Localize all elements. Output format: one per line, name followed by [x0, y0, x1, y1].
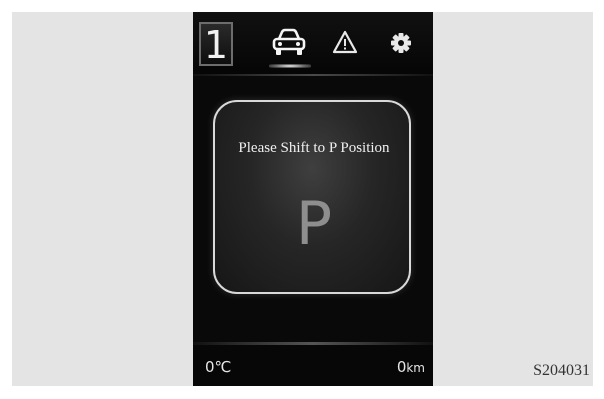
figure-id-label: S204031 — [533, 362, 590, 379]
outside-temperature: 0℃ — [205, 358, 232, 376]
status-bar: 0℃ 0km — [193, 345, 433, 386]
car-icon — [272, 28, 306, 55]
top-bar: 1 — [193, 12, 433, 76]
odometer-readout: 0km — [397, 358, 425, 376]
odometer-unit: km — [406, 361, 425, 375]
active-tab-indicator — [269, 64, 311, 68]
tab-settings[interactable] — [388, 28, 414, 58]
shift-warning-message: Please Shift to P Position — [238, 140, 390, 156]
warning-icon — [332, 30, 358, 54]
top-divider — [193, 74, 433, 76]
tab-vehicle-status[interactable] — [271, 28, 307, 58]
settings-gear-icon — [391, 33, 411, 53]
gear-number-indicator: 1 — [199, 22, 233, 66]
tab-warnings[interactable] — [331, 28, 359, 58]
odometer-value: 0 — [396, 358, 407, 376]
instrument-cluster-display: 1 Please Shift to P Position P 0℃ 0km — [193, 12, 433, 386]
shift-message-panel: Please Shift to P Position P — [213, 100, 411, 294]
gear-position-letter: P — [295, 189, 333, 259]
